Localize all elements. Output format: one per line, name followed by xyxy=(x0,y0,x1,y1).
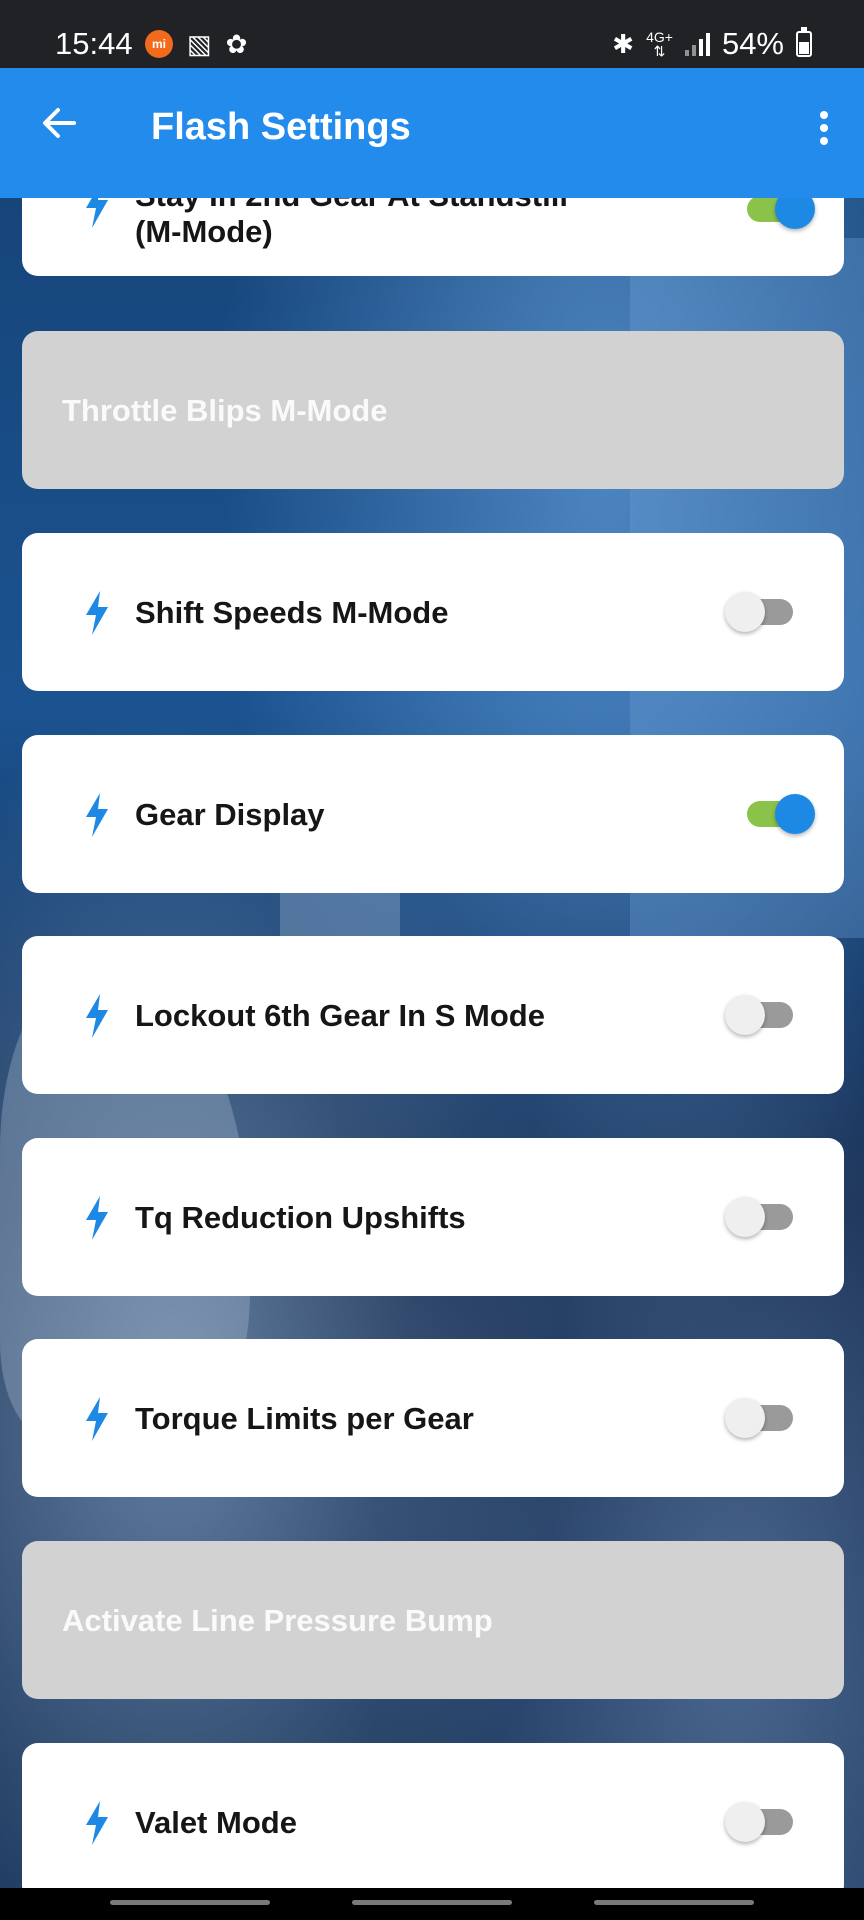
setting-gear-display[interactable]: Gear Display xyxy=(22,735,844,893)
setting-label: Gear Display xyxy=(135,797,325,832)
toggle-knob xyxy=(775,198,815,229)
nav-recents-handle[interactable] xyxy=(110,1900,270,1905)
toggle-gear-display[interactable] xyxy=(747,794,815,834)
toggle-knob xyxy=(725,1197,765,1237)
setting-tq-reduction-upshifts[interactable]: Tq Reduction Upshifts xyxy=(22,1138,844,1296)
page-title: Flash Settings xyxy=(151,106,411,148)
gallery-icon: ▧ xyxy=(187,29,212,59)
toggle-shift-speeds[interactable] xyxy=(725,592,793,632)
more-vert-icon xyxy=(820,111,828,119)
toggle-knob xyxy=(775,794,815,834)
setting-label: Torque Limits per Gear xyxy=(135,1401,474,1436)
section-header-line-pressure-bump: Activate Line Pressure Bump xyxy=(22,1541,844,1699)
more-options-button[interactable] xyxy=(804,108,844,158)
flash-icon xyxy=(86,1801,108,1845)
section-header-throttle-blips: Throttle Blips M-Mode xyxy=(22,331,844,489)
status-right-icons: ✱ 4G+ ⇅ 54% xyxy=(612,26,812,62)
toggle-tq-reduction-upshifts[interactable] xyxy=(725,1197,793,1237)
flash-icon xyxy=(86,1196,108,1240)
arrow-left-icon xyxy=(43,108,76,138)
flash-icon xyxy=(86,591,108,635)
setting-stay-in-2nd-gear[interactable]: Stay In 2nd Gear At Standstill (M-Mode) xyxy=(22,198,844,276)
background-image: Stay In 2nd Gear At Standstill (M-Mode) … xyxy=(0,198,864,1888)
xiaomi-icon: mi xyxy=(145,30,173,58)
toggle-knob xyxy=(725,995,765,1035)
setting-label: Shift Speeds M-Mode xyxy=(135,595,449,630)
nav-back-handle[interactable] xyxy=(594,1900,754,1905)
setting-torque-limits-per-gear[interactable]: Torque Limits per Gear xyxy=(22,1339,844,1497)
toggle-torque-limits-per-gear[interactable] xyxy=(725,1398,793,1438)
network-icon: 4G+ ⇅ xyxy=(646,29,673,59)
setting-label: Lockout 6th Gear In S Mode xyxy=(135,998,545,1033)
nav-home-handle[interactable] xyxy=(352,1900,512,1905)
toggle-stay-in-2nd-gear[interactable] xyxy=(747,198,815,229)
status-time: 15:44 xyxy=(55,26,133,61)
network-label: 4G+ xyxy=(646,29,673,45)
flash-icon xyxy=(86,198,108,228)
back-button[interactable] xyxy=(34,98,84,148)
fan-icon: ✿ xyxy=(225,29,248,59)
setting-label: Tq Reduction Upshifts xyxy=(135,1200,466,1235)
status-left-icons: mi ▧ ✿ xyxy=(145,30,247,58)
toggle-lockout-6th-gear[interactable] xyxy=(725,995,793,1035)
toggle-knob xyxy=(725,1802,765,1842)
flash-icon xyxy=(86,994,108,1038)
flash-icon xyxy=(86,793,108,837)
setting-label-line1: Stay In 2nd Gear At Standstill xyxy=(135,198,568,213)
setting-shift-speeds[interactable]: Shift Speeds M-Mode xyxy=(22,533,844,691)
battery-icon xyxy=(796,27,812,57)
flash-icon xyxy=(86,1397,108,1441)
setting-valet-mode[interactable]: Valet Mode xyxy=(22,1743,844,1888)
setting-lockout-6th-gear[interactable]: Lockout 6th Gear In S Mode xyxy=(22,936,844,1094)
toggle-knob xyxy=(725,592,765,632)
setting-label: Valet Mode xyxy=(135,1805,297,1840)
app-bar: Flash Settings xyxy=(0,68,864,198)
toggle-valet-mode[interactable] xyxy=(725,1802,793,1842)
toggle-knob xyxy=(725,1398,765,1438)
system-navigation-bar xyxy=(0,1888,864,1920)
status-bar: 15:44 mi ▧ ✿ ✱ 4G+ ⇅ 54% xyxy=(0,0,864,68)
section-label: Throttle Blips M-Mode xyxy=(62,393,388,428)
bluetooth-icon: ✱ xyxy=(612,29,635,59)
setting-label-line2: (M-Mode) xyxy=(135,214,273,249)
battery-percent: 54% xyxy=(721,26,784,61)
signal-icon xyxy=(684,32,710,56)
section-label: Activate Line Pressure Bump xyxy=(62,1603,493,1638)
setting-label: Stay In 2nd Gear At Standstill (M-Mode) xyxy=(135,198,568,250)
